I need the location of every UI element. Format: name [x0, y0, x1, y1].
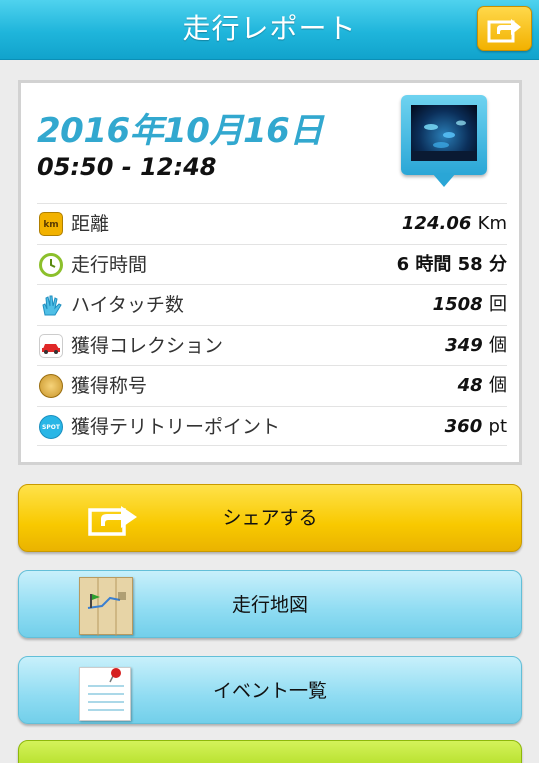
stat-label: ハイタッチ数	[71, 294, 184, 316]
stat-value: 124.06 Km	[401, 213, 507, 234]
medal-icon	[39, 374, 63, 398]
report-card: 2016年10月16日 05:50 - 12:48 km 距離 124.06 K…	[18, 80, 522, 465]
stat-value: 349 個	[445, 334, 507, 356]
screenshot-thumbnail[interactable]	[401, 95, 487, 195]
stat-label: 獲得称号	[71, 375, 148, 397]
share-button[interactable]: シェアする	[18, 484, 522, 552]
car-icon	[39, 333, 63, 358]
stat-label: 獲得コレクション	[71, 334, 224, 357]
event-list-label: イベント一覧	[212, 680, 327, 702]
app-header: 走行レポート	[0, 0, 539, 60]
report-time-range: 05:50 - 12:48	[37, 153, 217, 181]
stat-label: 走行時間	[71, 253, 148, 276]
page-title: 走行レポート	[182, 12, 357, 45]
stat-label: 獲得テリトリーポイント	[71, 415, 281, 438]
stat-value: 48 個	[457, 375, 507, 396]
stat-row-titles: 獲得称号 48 個	[37, 365, 507, 406]
driving-map-label: 走行地図	[231, 594, 308, 616]
spot-icon: SPOT	[39, 414, 63, 439]
stat-value: 6 時間 58 分	[396, 253, 507, 275]
clock-icon	[39, 252, 63, 277]
share-icon	[487, 19, 521, 43]
report-date: 2016年10月16日	[37, 111, 323, 151]
stat-label: 距離	[71, 213, 110, 235]
stat-row-territory-points: SPOT 獲得テリトリーポイント 360 pt	[37, 405, 507, 446]
stats-list: km 距離 124.06 Km 走行時間 6 時間 58 分 ハイタッチ数 15…	[37, 203, 507, 446]
high-five-hand-icon	[39, 293, 63, 317]
share-button-label: シェアする	[222, 507, 318, 529]
stat-row-driving-time: 走行時間 6 時間 58 分	[37, 243, 507, 285]
driving-map-button[interactable]: 走行地図	[18, 570, 522, 638]
stat-row-distance: km 距離 124.06 Km	[37, 203, 507, 244]
green-menu-button[interactable]	[18, 740, 522, 763]
thumbnail-image	[411, 105, 477, 161]
stat-value: 360 pt	[444, 415, 507, 437]
event-list-button[interactable]: イベント一覧	[18, 656, 522, 724]
stat-value: 1508 回	[432, 294, 507, 315]
stat-row-collection: 獲得コレクション 349 個	[37, 324, 507, 366]
stat-row-high-fives: ハイタッチ数 1508 回	[37, 284, 507, 325]
share-header-button[interactable]	[477, 6, 532, 51]
km-icon: km	[39, 212, 63, 236]
